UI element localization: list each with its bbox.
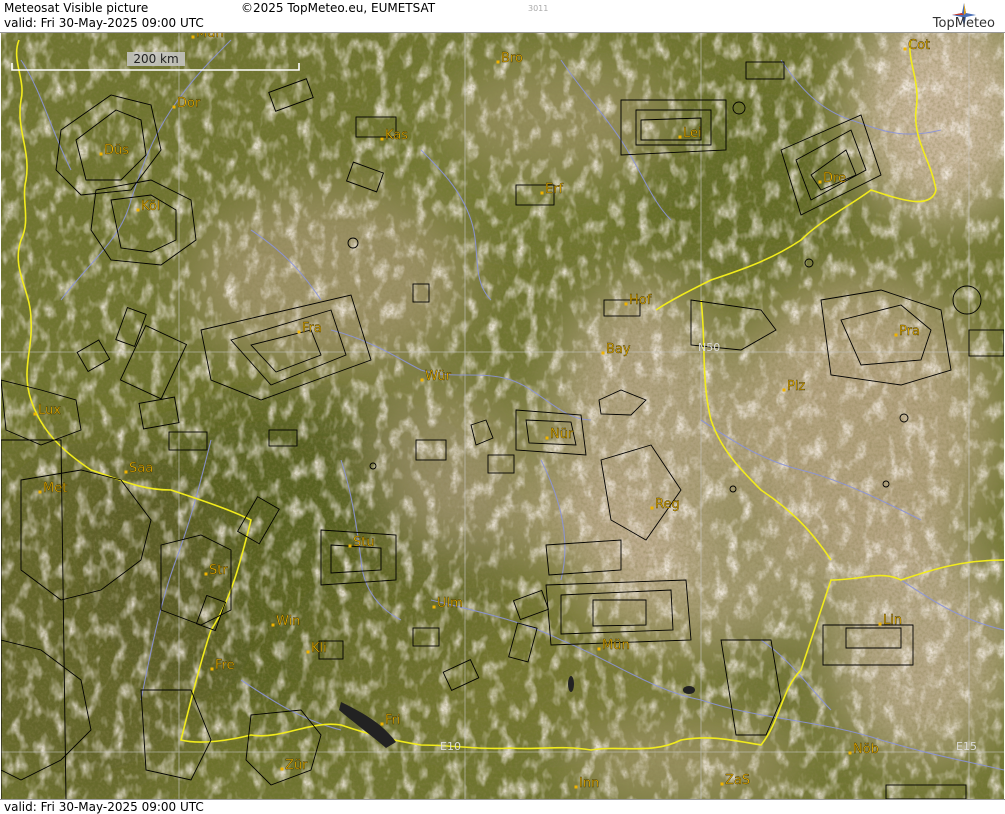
- city-label: Ulm: [437, 596, 463, 611]
- city-label: Nöb: [853, 742, 879, 757]
- city-label: Köl: [141, 199, 160, 214]
- city-label: Mün: [602, 638, 630, 653]
- city-marker: [601, 351, 605, 355]
- header-bar: Meteosat Visible picture ©2025 TopMeteo.…: [0, 0, 1005, 33]
- city-label: Nür: [550, 427, 574, 442]
- city-label: Reg: [655, 497, 680, 512]
- city-label: Düs: [104, 143, 129, 158]
- city-marker: [33, 412, 37, 416]
- city-marker: [720, 782, 724, 786]
- city-label: Fri: [385, 713, 401, 728]
- map-title: Meteosat Visible picture: [4, 1, 149, 15]
- city-marker: [136, 208, 140, 212]
- topmeteo-logo[interactable]: TopMeteo: [897, 2, 997, 32]
- city-label: Mün: [196, 33, 224, 41]
- city-label: Pra: [899, 324, 920, 339]
- city-marker: [280, 767, 284, 771]
- city-marker: [420, 378, 424, 382]
- city-label: Lin: [883, 613, 902, 628]
- city-marker: [380, 137, 384, 141]
- footer-valid-time: valid: Fri 30-May-2025 09:00 UTC: [4, 800, 204, 814]
- city-label: Hof: [629, 293, 652, 308]
- city-label: Fra: [302, 321, 322, 336]
- city-label: Fre: [215, 658, 235, 673]
- city-marker: [271, 623, 275, 627]
- city-label: Cot: [908, 38, 930, 53]
- city-marker: [624, 302, 628, 306]
- city-marker: [903, 47, 907, 51]
- city-marker: [191, 35, 195, 39]
- city-label: Wür: [425, 369, 452, 384]
- city-marker: [99, 152, 103, 156]
- city-marker: [306, 650, 310, 654]
- city-marker: [878, 622, 882, 626]
- city-label: Dor: [177, 96, 201, 111]
- scale-label: 200 km: [133, 52, 178, 66]
- city-label: Plz: [787, 379, 805, 394]
- city-marker: [650, 506, 654, 510]
- logo-text: TopMeteo: [932, 16, 995, 31]
- map-canvas[interactable]: 200 km N50 E10 E15 Mün Bro Cot Dor Kas Lei Düs…: [1, 33, 1004, 799]
- city-marker: [297, 330, 301, 334]
- city-label: Kas: [385, 128, 408, 143]
- city-label: Win: [276, 614, 300, 629]
- e10-label: E10: [440, 740, 461, 753]
- e15-label: E15: [956, 740, 977, 753]
- city-label: Bro: [501, 51, 523, 66]
- city-marker: [782, 388, 786, 392]
- city-marker: [210, 667, 214, 671]
- copyright-text: ©2025 TopMeteo.eu, EUMETSAT: [241, 1, 436, 15]
- city-marker: [540, 191, 544, 195]
- city-marker: [172, 105, 176, 109]
- city-marker: [432, 605, 436, 609]
- footer-bar: valid: Fri 30-May-2025 09:00 UTC: [0, 799, 1005, 814]
- city-label: Stu: [353, 535, 375, 550]
- city-label: Kli: [311, 641, 327, 656]
- city-label: Dre: [823, 171, 846, 186]
- city-marker: [204, 572, 208, 576]
- image-code: 3011: [528, 4, 549, 13]
- valid-time: valid: Fri 30-May-2025 09:00 UTC: [4, 16, 204, 30]
- satellite-map[interactable]: 200 km N50 E10 E15 Mün Bro Cot Dor Kas Lei Düs…: [1, 33, 1004, 799]
- city-marker: [574, 785, 578, 789]
- city-label: Inn: [579, 776, 599, 791]
- n50-label: N50: [698, 341, 720, 354]
- city-marker: [848, 751, 852, 755]
- city-marker: [818, 180, 822, 184]
- city-label: Lux: [38, 403, 61, 418]
- city-label: Saa: [129, 461, 153, 476]
- city-label: ZaS: [725, 773, 750, 788]
- city-marker: [597, 647, 601, 651]
- city-marker: [894, 333, 898, 337]
- city-marker: [124, 470, 128, 474]
- city-marker: [38, 490, 42, 494]
- city-marker: [348, 544, 352, 548]
- city-marker: [545, 436, 549, 440]
- city-label: Lei: [683, 126, 702, 141]
- city-label: Erf: [545, 182, 564, 197]
- city-label: Str: [209, 563, 228, 578]
- city-marker: [678, 135, 682, 139]
- terrain-grain: [1, 33, 1004, 799]
- city-marker: [380, 722, 384, 726]
- city-label: Zür: [285, 758, 308, 773]
- city-label: Met: [43, 481, 67, 496]
- city-marker: [496, 60, 500, 64]
- city-label: Bay: [606, 342, 631, 357]
